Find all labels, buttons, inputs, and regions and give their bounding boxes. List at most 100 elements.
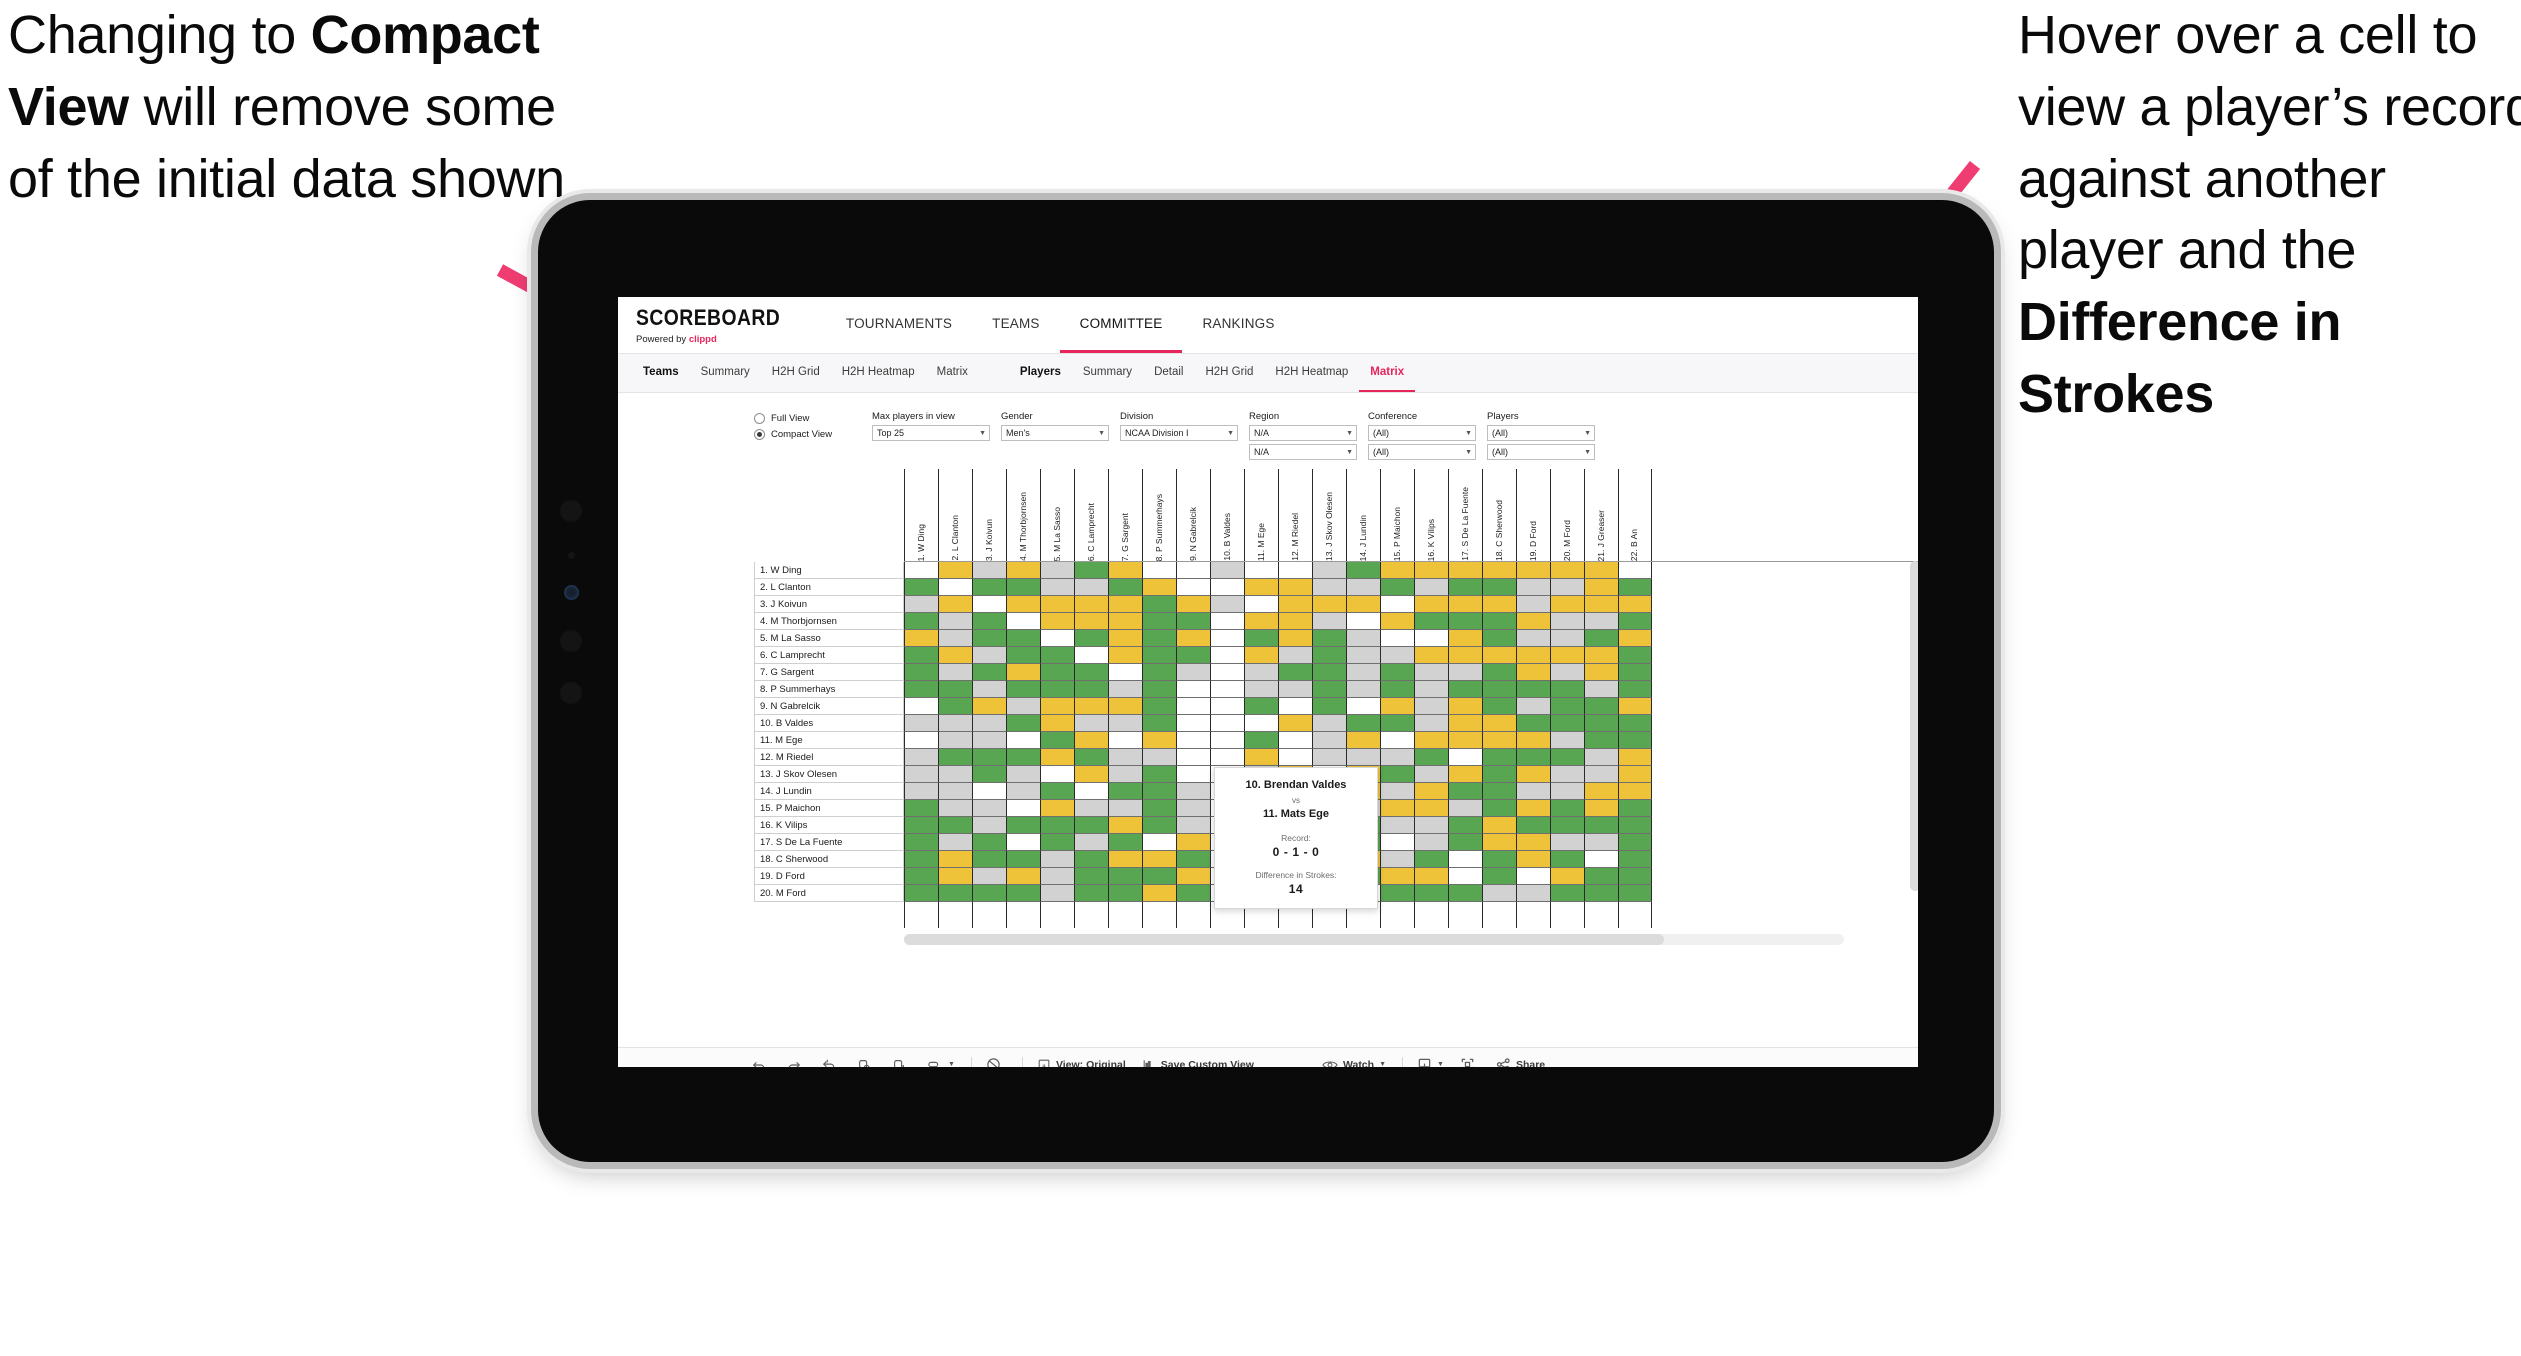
matrix-cell[interactable] <box>1584 851 1618 868</box>
matrix-cell[interactable] <box>1584 579 1618 596</box>
radio-full-view[interactable]: Full View <box>754 413 872 424</box>
matrix-cell[interactable] <box>1516 613 1550 630</box>
matrix-cell[interactable] <box>1550 715 1584 732</box>
matrix-cell[interactable] <box>1074 817 1108 834</box>
matrix-cell[interactable] <box>1550 596 1584 613</box>
vertical-scrollbar[interactable] <box>1910 561 1918 891</box>
matrix-cell[interactable] <box>1176 868 1210 885</box>
matrix-cell[interactable] <box>1618 817 1652 834</box>
matrix-cell[interactable] <box>1142 766 1176 783</box>
matrix-cell[interactable] <box>1210 647 1244 664</box>
matrix-cell[interactable] <box>1278 647 1312 664</box>
matrix-cell[interactable] <box>1550 698 1584 715</box>
matrix-cell[interactable] <box>1312 630 1346 647</box>
matrix-cell[interactable] <box>904 800 938 817</box>
matrix-cell[interactable] <box>1346 664 1380 681</box>
matrix-cell[interactable] <box>972 596 1006 613</box>
matrix-cell[interactable] <box>1244 698 1278 715</box>
matrix-cell[interactable] <box>1210 698 1244 715</box>
matrix-cell[interactable] <box>1618 851 1652 868</box>
matrix-cell[interactable] <box>1380 613 1414 630</box>
help-button[interactable] <box>986 1057 1006 1067</box>
matrix-cell[interactable] <box>1142 800 1176 817</box>
matrix-cell[interactable] <box>1516 715 1550 732</box>
matrix-cell[interactable] <box>1550 647 1584 664</box>
matrix-cell[interactable] <box>1550 732 1584 749</box>
matrix-cell[interactable] <box>1414 732 1448 749</box>
fullscreen-button[interactable] <box>1460 1057 1480 1067</box>
matrix-cell[interactable] <box>1040 647 1074 664</box>
matrix-cell[interactable] <box>1040 715 1074 732</box>
matrix-cell[interactable] <box>938 562 972 579</box>
matrix-cell[interactable] <box>1244 579 1278 596</box>
matrix-cell[interactable] <box>1380 698 1414 715</box>
matrix-cell[interactable] <box>1618 681 1652 698</box>
matrix-cell[interactable] <box>904 613 938 630</box>
matrix-cell[interactable] <box>1618 868 1652 885</box>
matrix-cell[interactable] <box>1482 630 1516 647</box>
matrix-cell[interactable] <box>1006 834 1040 851</box>
matrix-cell[interactable] <box>1550 817 1584 834</box>
matrix-cell[interactable] <box>1278 562 1312 579</box>
matrix-cell[interactable] <box>1312 579 1346 596</box>
matrix-cell[interactable] <box>1108 800 1142 817</box>
matrix-cell[interactable] <box>904 851 938 868</box>
matrix-cell[interactable] <box>1312 664 1346 681</box>
matrix-cell[interactable] <box>1448 630 1482 647</box>
radio-compact-view[interactable]: Compact View <box>754 429 872 440</box>
matrix-cell[interactable] <box>1448 647 1482 664</box>
matrix-cell[interactable] <box>1006 715 1040 732</box>
matrix-cell[interactable] <box>1142 664 1176 681</box>
matrix-cell[interactable] <box>1448 715 1482 732</box>
matrix-cell[interactable] <box>1618 715 1652 732</box>
matrix-cell[interactable] <box>972 698 1006 715</box>
matrix-cell[interactable] <box>1074 749 1108 766</box>
matrix-cell[interactable] <box>1516 647 1550 664</box>
matrix-cell[interactable] <box>1142 630 1176 647</box>
matrix-cell[interactable] <box>904 698 938 715</box>
matrix-cell[interactable] <box>1210 681 1244 698</box>
matrix-cell[interactable] <box>1176 630 1210 647</box>
matrix-cell[interactable] <box>1346 732 1380 749</box>
matrix-cell[interactable] <box>904 868 938 885</box>
matrix-cell[interactable] <box>1448 562 1482 579</box>
matrix-cell[interactable] <box>972 851 1006 868</box>
matrix-cell[interactable] <box>1278 715 1312 732</box>
matrix-cell[interactable] <box>1142 868 1176 885</box>
matrix-cell[interactable] <box>972 800 1006 817</box>
matrix-cell[interactable] <box>904 834 938 851</box>
matrix-cell[interactable] <box>1516 664 1550 681</box>
matrix-cell[interactable] <box>1550 613 1584 630</box>
matrix-cell[interactable] <box>1176 834 1210 851</box>
matrix-cell[interactable] <box>1414 868 1448 885</box>
matrix-cell[interactable] <box>1346 579 1380 596</box>
matrix-cell[interactable] <box>938 681 972 698</box>
matrix-cell[interactable] <box>1482 834 1516 851</box>
matrix-cell[interactable] <box>1448 766 1482 783</box>
matrix-cell[interactable] <box>1550 766 1584 783</box>
matrix-cell[interactable] <box>1074 630 1108 647</box>
matrix-cell[interactable] <box>1312 681 1346 698</box>
matrix-cell[interactable] <box>1414 630 1448 647</box>
matrix-cell[interactable] <box>1108 834 1142 851</box>
matrix-cell[interactable] <box>1278 732 1312 749</box>
matrix-cell[interactable] <box>1516 817 1550 834</box>
matrix-cell[interactable] <box>1618 613 1652 630</box>
matrix-cell[interactable] <box>1414 698 1448 715</box>
matrix-cell[interactable] <box>1040 885 1074 902</box>
subnav-players-h2h-grid[interactable]: H2H Grid <box>1194 354 1264 392</box>
matrix-cell[interactable] <box>1516 800 1550 817</box>
matrix-cell[interactable] <box>1108 647 1142 664</box>
matrix-cell[interactable] <box>1414 885 1448 902</box>
matrix-cell[interactable] <box>1244 613 1278 630</box>
filter-conference-select-1[interactable]: (All) ▼ <box>1368 425 1476 441</box>
matrix-cell[interactable] <box>1584 749 1618 766</box>
matrix-cell[interactable] <box>1040 800 1074 817</box>
matrix-cell[interactable] <box>1516 766 1550 783</box>
subnav-teams-matrix[interactable]: Matrix <box>926 354 979 392</box>
matrix-cell[interactable] <box>1244 630 1278 647</box>
matrix-cell[interactable] <box>1074 664 1108 681</box>
matrix-cell[interactable] <box>1584 630 1618 647</box>
matrix-cell[interactable] <box>1040 868 1074 885</box>
matrix-cell[interactable] <box>1584 596 1618 613</box>
